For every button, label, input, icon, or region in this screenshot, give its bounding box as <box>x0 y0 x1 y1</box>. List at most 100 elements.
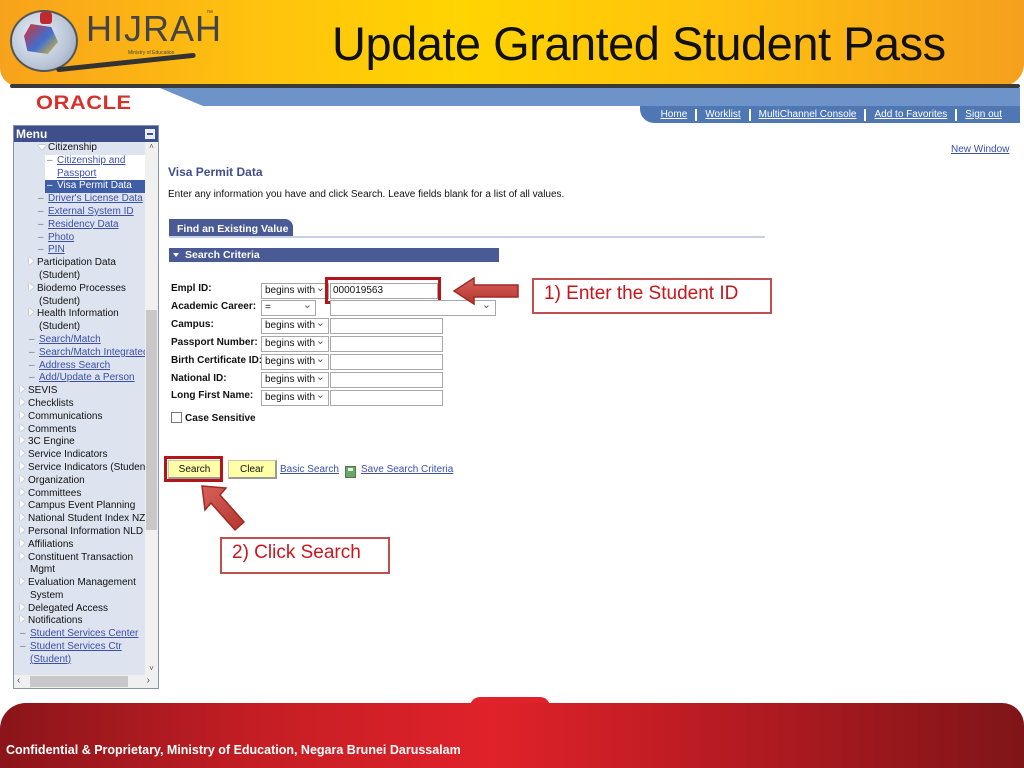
menu-item[interactable]: Constituent Transaction <box>14 551 146 565</box>
menu-item-label: External System ID <box>48 205 134 217</box>
expand-triangle-icon[interactable] <box>20 538 25 547</box>
expand-triangle-icon[interactable] <box>20 500 25 509</box>
tab-find-existing-value[interactable]: Find an Existing Value <box>169 219 293 237</box>
menu-item[interactable]: Service Indicators <box>14 449 146 462</box>
menu-item-label: (Student) <box>39 295 81 307</box>
menu-item[interactable]: – Address Search <box>14 360 146 373</box>
menu-item[interactable]: Passport <box>45 167 146 181</box>
scroll-up-icon[interactable]: ˄ <box>145 142 158 154</box>
menu-item[interactable]: – Visa Permit Data <box>45 180 146 194</box>
menu-vertical-scrollbar[interactable]: ˄ ˅ <box>145 142 158 676</box>
menu-item-label: Visa Permit Data <box>57 180 132 192</box>
expand-triangle-icon[interactable] <box>20 551 25 560</box>
expand-triangle-icon[interactable] <box>20 602 25 611</box>
empl-id-operator[interactable]: begins with <box>261 281 329 299</box>
menu-item[interactable]: Biodemo Processes <box>14 282 146 296</box>
menu-item[interactable]: (Student) <box>14 654 146 667</box>
expand-triangle-icon[interactable] <box>20 474 25 483</box>
nav-home[interactable]: Home <box>653 109 696 120</box>
academic-career-operator[interactable]: = <box>261 298 316 316</box>
passport-number-input[interactable] <box>330 336 443 352</box>
scroll-thumb[interactable] <box>30 676 128 687</box>
expand-triangle-icon[interactable] <box>20 461 25 470</box>
long-first-name-operator[interactable]: begins with <box>261 388 329 406</box>
menu-item[interactable]: Checklists <box>14 397 146 411</box>
menu-item[interactable]: Organization <box>14 474 146 488</box>
menu-horizontal-scrollbar[interactable]: ‹ › <box>14 675 158 688</box>
expand-triangle-icon[interactable] <box>20 487 25 496</box>
expand-triangle-icon[interactable] <box>29 282 34 291</box>
menu-item[interactable]: SEVIS <box>14 385 146 398</box>
passport-number-operator[interactable]: begins with <box>261 334 329 352</box>
menu-item[interactable]: Delegated Access <box>14 602 146 616</box>
menu-item: (Student) <box>14 270 146 283</box>
campus-input[interactable] <box>330 318 443 334</box>
menu-item[interactable]: 3C Engine <box>14 436 146 449</box>
menu-item[interactable]: Evaluation Management <box>14 577 146 590</box>
expand-triangle-icon[interactable] <box>20 615 25 624</box>
birth-certificate-id-label: Birth Certificate ID: <box>171 355 263 366</box>
collapse-icon[interactable] <box>145 129 155 139</box>
menu-item[interactable]: – Student Services Center <box>14 628 146 641</box>
menu-item[interactable]: Affiliations <box>14 538 146 552</box>
hijrah-logo: HIJRAH ™ Ministry of Education <box>6 4 221 78</box>
menu-item[interactable]: – Search/Match <box>14 334 146 347</box>
menu-item[interactable]: Participation Data <box>14 257 146 270</box>
menu-item[interactable]: – Search/Match Integrated <box>14 347 146 360</box>
expand-triangle-icon[interactable] <box>20 525 25 534</box>
menu-item[interactable]: National Student Index NZL <box>14 513 146 526</box>
nav-sign-out[interactable]: Sign out <box>957 109 1010 120</box>
expand-triangle-icon[interactable] <box>29 308 34 317</box>
menu-item[interactable]: – Residency Data <box>14 219 146 232</box>
collapse-triangle-icon[interactable] <box>38 145 46 150</box>
birth-certificate-id-operator[interactable]: begins with <box>261 352 329 370</box>
menu-item[interactable]: – PIN <box>14 244 146 257</box>
expand-triangle-icon[interactable] <box>29 257 34 266</box>
menu-item[interactable]: – Photo <box>14 232 146 245</box>
menu-item[interactable]: Personal Information NLD <box>14 525 146 539</box>
save-search-criteria-link[interactable]: Save Search Criteria <box>361 464 453 475</box>
scroll-right-icon[interactable]: › <box>147 675 150 686</box>
dash-icon: – <box>29 372 35 384</box>
new-window-link[interactable]: New Window <box>951 144 1009 155</box>
campus-operator[interactable]: begins with <box>261 316 329 334</box>
scroll-left-icon[interactable]: ‹ <box>17 675 20 686</box>
long-first-name-input[interactable] <box>330 390 443 406</box>
menu-item[interactable]: Service Indicators (Student) <box>14 461 146 475</box>
expand-triangle-icon[interactable] <box>20 423 25 432</box>
menu-item[interactable]: Comments <box>14 423 146 437</box>
logo-text: HIJRAH <box>86 8 223 49</box>
dash-icon: – <box>38 244 44 256</box>
menu-item[interactable]: – Driver's License Data <box>14 193 146 206</box>
menu-item[interactable]: – External System ID <box>14 206 146 219</box>
birth-certificate-id-input[interactable] <box>330 354 443 370</box>
expand-triangle-icon[interactable] <box>20 449 25 458</box>
case-sensitive-checkbox[interactable] <box>171 412 182 423</box>
menu-item[interactable]: – Student Services Ctr <box>14 641 146 654</box>
menu-item[interactable]: – Add/Update a Person <box>14 372 146 385</box>
expand-triangle-icon[interactable] <box>20 513 25 522</box>
expand-triangle-icon[interactable] <box>20 436 25 445</box>
nav-add-to-favorites[interactable]: Add to Favorites <box>866 109 955 120</box>
nav-worklist[interactable]: Worklist <box>697 109 748 120</box>
menu-item[interactable]: Citizenship <box>14 142 146 155</box>
menu-item[interactable]: Health Information <box>14 308 146 321</box>
expand-triangle-icon[interactable] <box>20 385 25 394</box>
scroll-thumb[interactable] <box>146 310 157 530</box>
instructions: Enter any information you have and click… <box>168 189 565 200</box>
national-id-operator[interactable]: begins with <box>261 370 329 388</box>
nav-multichannel-console[interactable]: MultiChannel Console <box>751 109 865 120</box>
menu-item[interactable]: – Citizenship and <box>45 154 146 168</box>
basic-search-link[interactable]: Basic Search <box>280 464 339 475</box>
expand-triangle-icon[interactable] <box>20 577 25 586</box>
search-criteria-header[interactable]: Search Criteria <box>169 248 499 262</box>
expand-triangle-icon[interactable] <box>20 397 25 406</box>
national-id-input[interactable] <box>330 372 443 388</box>
expand-triangle-icon[interactable] <box>20 410 25 419</box>
menu-item[interactable]: Campus Event Planning <box>14 500 146 513</box>
menu-item[interactable]: Committees <box>14 487 146 501</box>
clear-button[interactable]: Clear <box>228 460 277 479</box>
menu-item[interactable]: Communications <box>14 410 146 424</box>
menu-item[interactable]: Notifications <box>14 615 146 628</box>
menu-item-label: Constituent Transaction <box>28 551 134 563</box>
